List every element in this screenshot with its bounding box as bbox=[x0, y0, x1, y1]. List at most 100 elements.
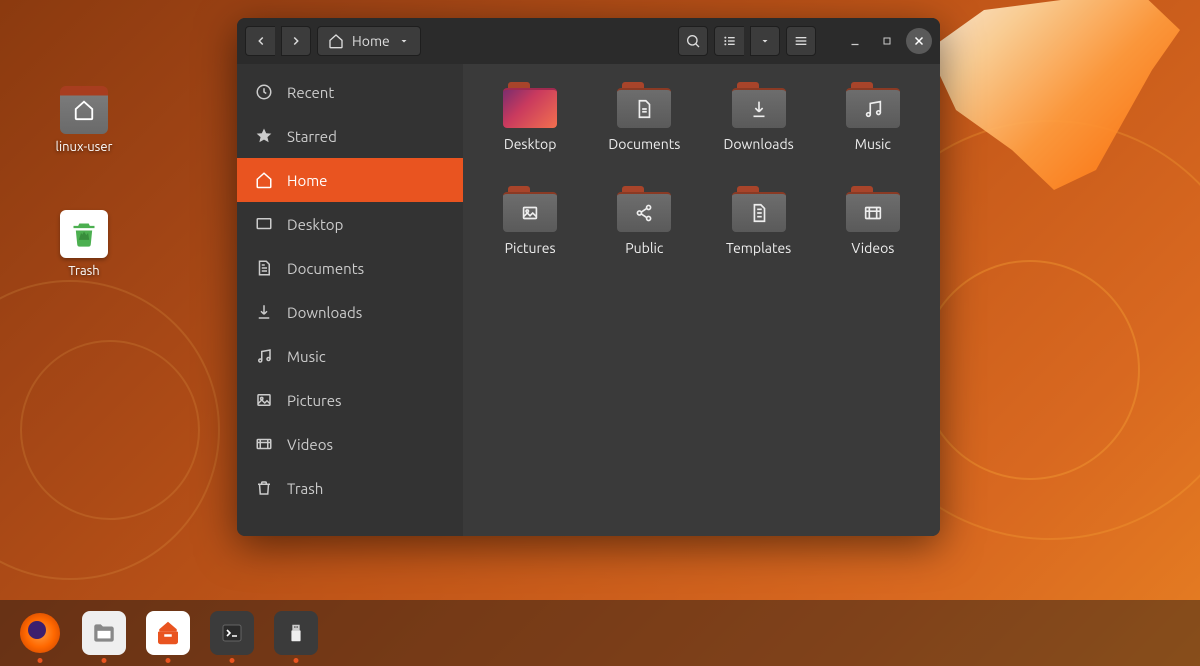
nav-back-button[interactable] bbox=[245, 26, 275, 56]
folder-icon bbox=[732, 82, 786, 128]
folder-label: Downloads bbox=[724, 136, 794, 152]
folder-label: Public bbox=[625, 240, 663, 256]
folder-item-templates[interactable]: Templates bbox=[702, 186, 816, 286]
sidebar-item-music[interactable]: Music bbox=[237, 334, 463, 378]
breadcrumb-location: Home bbox=[352, 33, 390, 49]
sidebar-item-label: Trash bbox=[287, 480, 323, 497]
sidebar-item-trash[interactable]: Trash bbox=[237, 466, 463, 510]
dock-item-usb[interactable] bbox=[274, 611, 318, 655]
sidebar-item-desktop[interactable]: Desktop bbox=[237, 202, 463, 246]
view-options-button[interactable] bbox=[750, 26, 780, 56]
sidebar-item-starred[interactable]: Starred bbox=[237, 114, 463, 158]
sidebar-item-pictures[interactable]: Pictures bbox=[237, 378, 463, 422]
desktop-icon-trash[interactable]: Trash bbox=[44, 210, 124, 278]
maximize-icon bbox=[881, 35, 893, 47]
chevron-down-icon bbox=[398, 35, 410, 47]
folder-label: Desktop bbox=[504, 136, 557, 152]
sidebar-item-label: Pictures bbox=[287, 392, 342, 409]
folder-item-desktop[interactable]: Desktop bbox=[473, 82, 587, 182]
dock-item-files[interactable] bbox=[82, 611, 126, 655]
sidebar-item-label: Starred bbox=[287, 128, 337, 145]
minimize-icon bbox=[848, 34, 862, 48]
folder-icon bbox=[503, 82, 557, 128]
folder-label: Pictures bbox=[505, 240, 556, 256]
home-icon bbox=[255, 171, 273, 189]
close-icon bbox=[912, 34, 926, 48]
folder-icon bbox=[503, 186, 557, 232]
desktop-icon-label: Trash bbox=[68, 264, 99, 278]
folder-icon bbox=[617, 82, 671, 128]
trash-icon bbox=[60, 210, 108, 258]
window-minimize-button[interactable] bbox=[842, 28, 868, 54]
view-list-button[interactable] bbox=[714, 26, 744, 56]
folder-label: Music bbox=[855, 136, 891, 152]
sidebar-item-label: Recent bbox=[287, 84, 334, 101]
folder-icon bbox=[732, 186, 786, 232]
download-icon bbox=[255, 303, 273, 321]
document-icon bbox=[633, 98, 655, 120]
trash-icon bbox=[255, 479, 273, 497]
titlebar: Home bbox=[237, 18, 940, 64]
folder-item-downloads[interactable]: Downloads bbox=[702, 82, 816, 182]
video-icon bbox=[862, 202, 884, 224]
usb-icon bbox=[285, 619, 307, 647]
chevron-down-icon bbox=[759, 35, 771, 47]
sidebar-item-label: Downloads bbox=[287, 304, 362, 321]
sidebar-item-videos[interactable]: Videos bbox=[237, 422, 463, 466]
dock-item-firefox[interactable] bbox=[18, 611, 62, 655]
folder-item-documents[interactable]: Documents bbox=[587, 82, 701, 182]
folder-label: Templates bbox=[726, 240, 791, 256]
search-button[interactable] bbox=[678, 26, 708, 56]
window-close-button[interactable] bbox=[906, 28, 932, 54]
nav-forward-button[interactable] bbox=[281, 26, 311, 56]
sidebar-item-label: Documents bbox=[287, 260, 364, 277]
folder-label: Documents bbox=[608, 136, 680, 152]
folder-icon bbox=[846, 82, 900, 128]
folder-label: Videos bbox=[851, 240, 894, 256]
template-icon bbox=[748, 202, 770, 224]
dock-item-software[interactable] bbox=[146, 611, 190, 655]
desktop-icon bbox=[255, 215, 273, 233]
folder-item-videos[interactable]: Videos bbox=[816, 186, 930, 286]
firefox-icon bbox=[20, 613, 60, 653]
folder-item-music[interactable]: Music bbox=[816, 82, 930, 182]
list-icon bbox=[722, 33, 738, 49]
sidebar-item-label: Music bbox=[287, 348, 326, 365]
folder-item-public[interactable]: Public bbox=[587, 186, 701, 286]
sidebar-item-documents[interactable]: Documents bbox=[237, 246, 463, 290]
sidebar-item-downloads[interactable]: Downloads bbox=[237, 290, 463, 334]
sidebar-item-label: Videos bbox=[287, 436, 333, 453]
desktop-icon-label: linux-user bbox=[56, 140, 113, 154]
window-maximize-button[interactable] bbox=[874, 28, 900, 54]
wallpaper-decoration bbox=[0, 280, 220, 580]
files-icon bbox=[91, 620, 117, 646]
picture-icon bbox=[519, 202, 541, 224]
hamburger-icon bbox=[793, 33, 809, 49]
folder-icon bbox=[617, 186, 671, 232]
dock-item-terminal[interactable] bbox=[210, 611, 254, 655]
sidebar-item-label: Desktop bbox=[287, 216, 343, 233]
folder-grid: Desktop Documents Downloads Music bbox=[463, 64, 940, 536]
picture-icon bbox=[255, 391, 273, 409]
desktop-icon-home-folder[interactable]: linux-user bbox=[44, 86, 124, 154]
star-icon bbox=[255, 127, 273, 145]
sidebar-item-recent[interactable]: Recent bbox=[237, 70, 463, 114]
wallpaper-decoration bbox=[900, 0, 1180, 190]
video-icon bbox=[255, 435, 273, 453]
document-icon bbox=[255, 259, 273, 277]
search-icon bbox=[685, 33, 701, 49]
sidebar: Recent Starred Home Desktop Documents Do… bbox=[237, 64, 463, 536]
music-icon bbox=[862, 98, 884, 120]
folder-icon bbox=[846, 186, 900, 232]
folder-item-pictures[interactable]: Pictures bbox=[473, 186, 587, 286]
dock bbox=[0, 600, 1200, 666]
home-folder-icon bbox=[60, 86, 108, 134]
home-icon bbox=[328, 33, 344, 49]
sidebar-item-home[interactable]: Home bbox=[237, 158, 463, 202]
terminal-icon bbox=[220, 621, 244, 645]
breadcrumb[interactable]: Home bbox=[317, 26, 421, 56]
share-icon bbox=[633, 202, 655, 224]
wallpaper-decoration bbox=[20, 340, 200, 520]
hamburger-menu-button[interactable] bbox=[786, 26, 816, 56]
wallpaper-decoration bbox=[920, 260, 1140, 480]
